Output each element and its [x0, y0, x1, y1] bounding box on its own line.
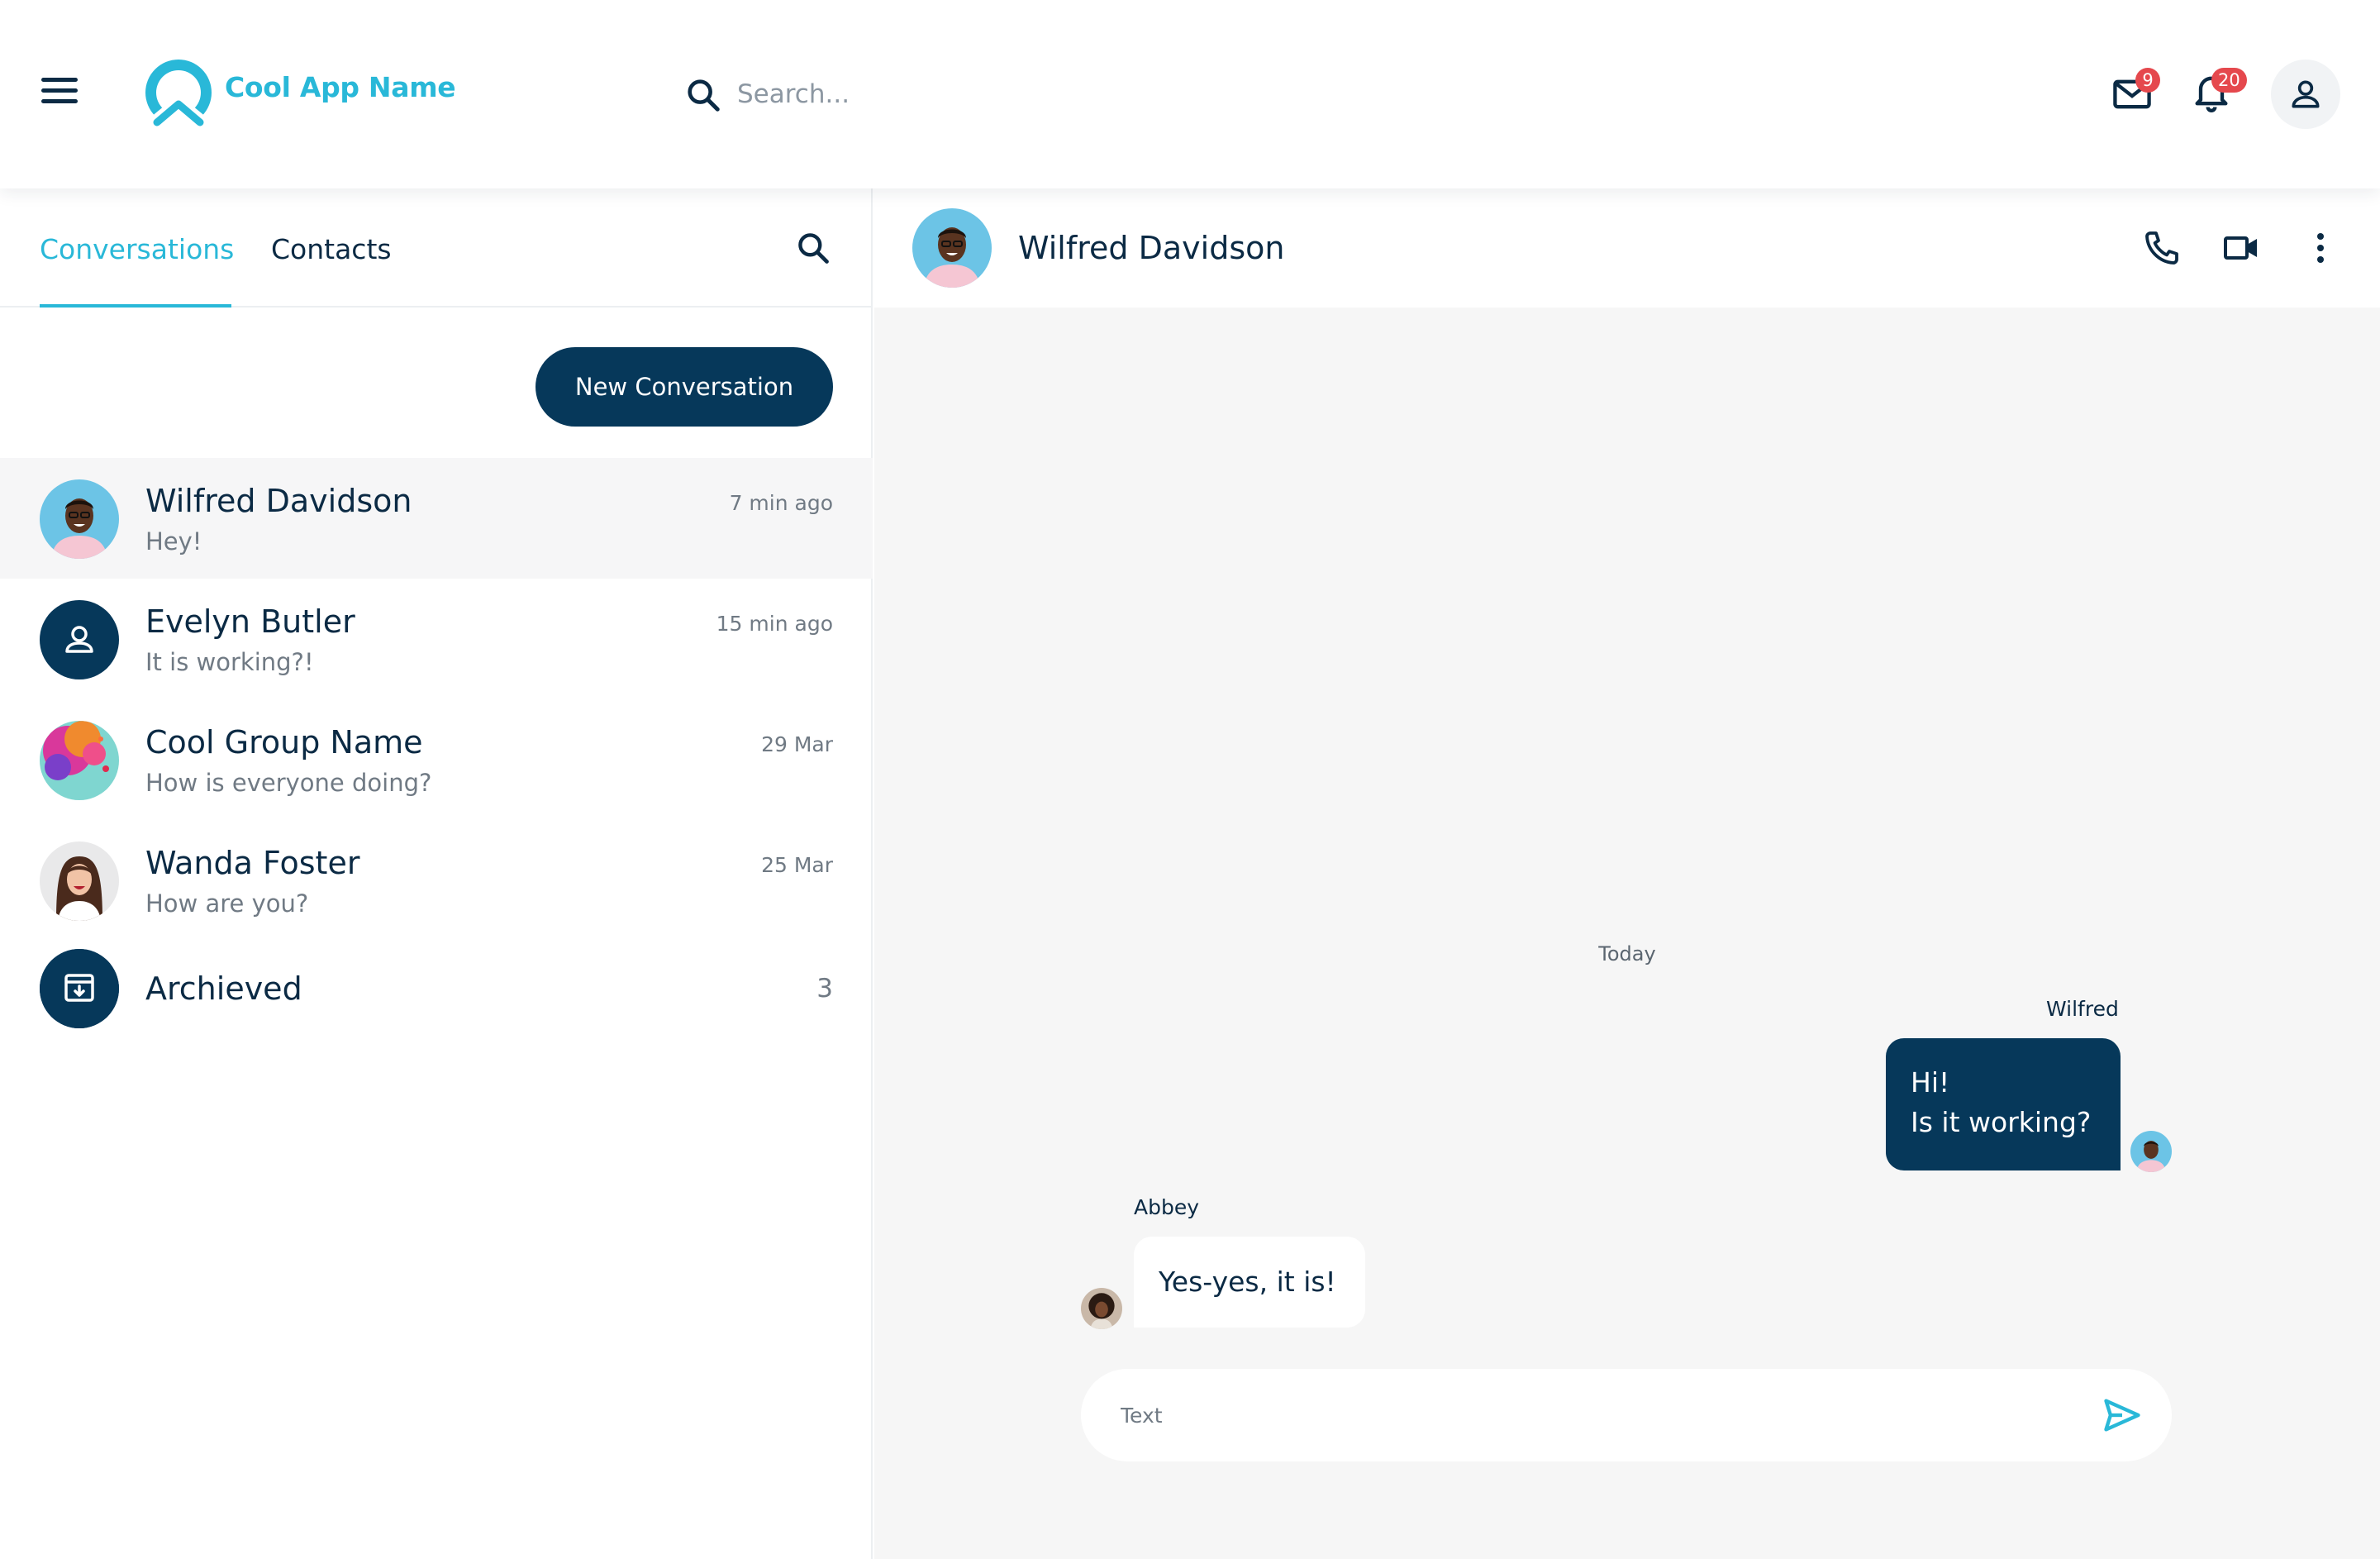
- user-menu-button[interactable]: [2271, 60, 2340, 129]
- user-icon: [40, 600, 119, 679]
- conversations-panel: Conversations Contacts New Conversation …: [0, 188, 873, 1559]
- avatar: [40, 479, 119, 559]
- conversation-preview: Hey!: [145, 527, 202, 555]
- message-sender: Wilfred: [2046, 997, 2119, 1021]
- video-icon[interactable]: [2221, 228, 2261, 268]
- phone-icon[interactable]: [2142, 228, 2182, 268]
- app-name[interactable]: Cool App Name: [225, 71, 456, 103]
- chat-header: Wilfred Davidson: [874, 188, 2380, 308]
- search-icon[interactable]: [684, 76, 722, 114]
- chat-contact-name[interactable]: Wilfred Davidson: [1018, 230, 1284, 266]
- archived-count: 3: [816, 974, 833, 1004]
- more-vertical-icon[interactable]: [2301, 228, 2340, 268]
- conversation-time: 15 min ago: [716, 612, 833, 636]
- conversation-list: Wilfred Davidson Hey! 7 min ago Evelyn B…: [0, 458, 873, 1065]
- group-avatar: [40, 721, 119, 800]
- send-icon[interactable]: [2101, 1394, 2144, 1437]
- notification-badge: 20: [2211, 68, 2247, 93]
- avatar: [2130, 1131, 2172, 1172]
- message-line: Is it working?: [1911, 1106, 2092, 1138]
- top-bar: Cool App Name 9 20: [0, 0, 2380, 188]
- conversation-name: Wilfred Davidson: [145, 483, 412, 519]
- avatar: [1081, 1288, 1122, 1329]
- menu-icon[interactable]: [41, 78, 78, 107]
- chat-panel: Wilfred Davidson Today Wilfred Hi! Is it…: [874, 188, 2380, 1559]
- archived-conversations[interactable]: Archieved 3: [0, 941, 873, 1065]
- conversation-preview: How are you?: [145, 889, 309, 918]
- global-search: [684, 71, 1180, 117]
- conversation-item-wanda-foster[interactable]: Wanda Foster How are you? 25 Mar: [0, 820, 873, 941]
- search-icon[interactable]: [795, 230, 831, 266]
- avatar[interactable]: [912, 208, 992, 288]
- archive-icon: [40, 949, 119, 1028]
- message-bubble-outgoing[interactable]: Hi! Is it working?: [1886, 1038, 2121, 1170]
- conversation-preview: It is working?!: [145, 648, 314, 676]
- message-line: Hi!: [1911, 1066, 1950, 1099]
- message-bubble-incoming[interactable]: Yes-yes, it is!: [1134, 1237, 1365, 1328]
- tab-conversations[interactable]: Conversations: [40, 233, 234, 265]
- tab-contacts[interactable]: Contacts: [271, 233, 392, 265]
- conversation-item-evelyn-butler[interactable]: Evelyn Butler It is working?! 15 min ago: [0, 579, 873, 699]
- logo-icon[interactable]: [142, 56, 215, 129]
- new-conversation-button[interactable]: New Conversation: [536, 347, 833, 427]
- conversation-item-cool-group-name[interactable]: Cool Group Name How is everyone doing? 2…: [0, 699, 873, 820]
- message-input[interactable]: [1121, 1392, 2046, 1438]
- conversation-name: Evelyn Butler: [145, 603, 355, 640]
- sidebar-tabs: Conversations Contacts: [0, 188, 873, 308]
- conversation-item-wilfred-davidson[interactable]: Wilfred Davidson Hey! 7 min ago: [0, 458, 873, 579]
- conversation-time: 25 Mar: [761, 853, 833, 877]
- user-icon: [2292, 80, 2320, 108]
- avatar: [40, 841, 119, 921]
- conversation-name: Cool Group Name: [145, 724, 423, 760]
- conversation-time: 29 Mar: [761, 732, 833, 756]
- conversation-time: 7 min ago: [729, 491, 833, 515]
- conversation-preview: How is everyone doing?: [145, 769, 432, 797]
- message-composer: [1081, 1369, 2172, 1461]
- archived-label: Archieved: [145, 970, 302, 1007]
- active-tab-indicator: [40, 304, 231, 308]
- conversation-name: Wanda Foster: [145, 845, 360, 881]
- day-separator: Today: [1598, 942, 1656, 965]
- mail-badge: 9: [2135, 68, 2160, 93]
- search-input[interactable]: [737, 71, 1167, 117]
- message-sender: Abbey: [1134, 1195, 1200, 1219]
